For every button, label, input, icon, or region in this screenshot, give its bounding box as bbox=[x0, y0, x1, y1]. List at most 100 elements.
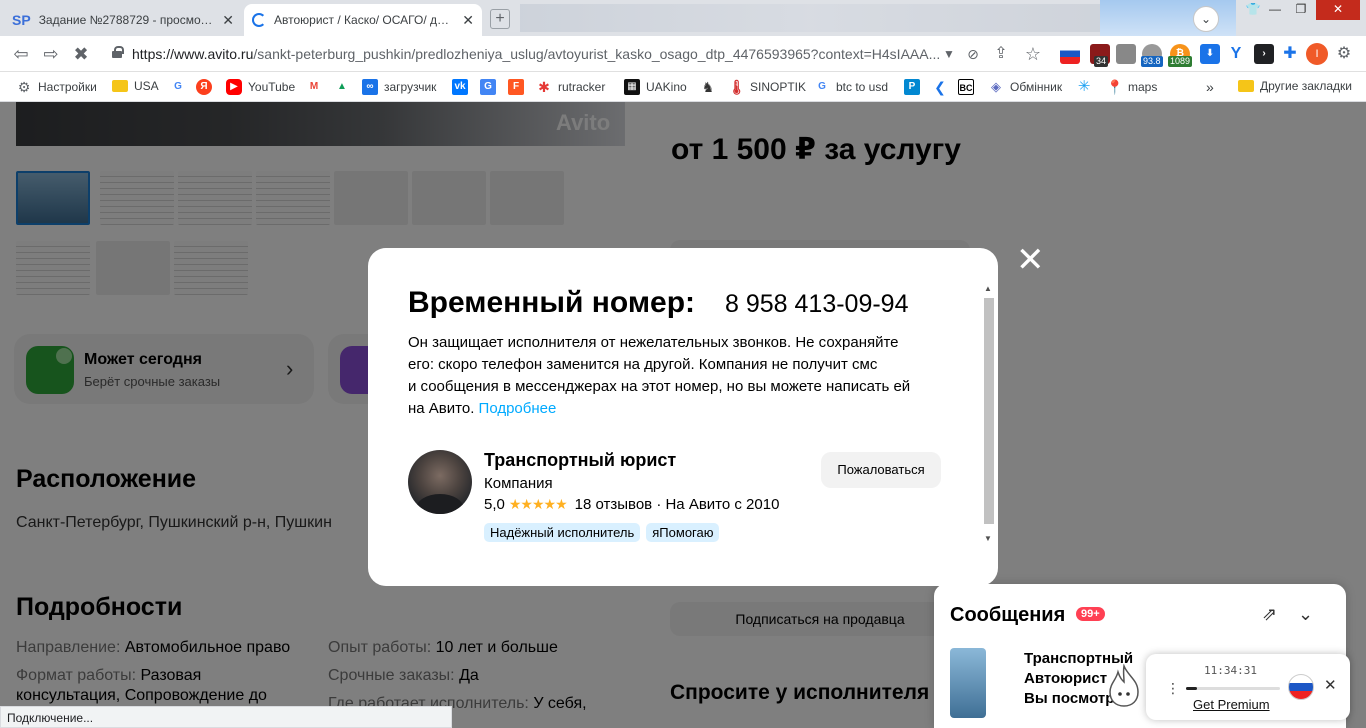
briefcase-extension-icon[interactable] bbox=[1116, 44, 1136, 64]
bookmark-settings[interactable]: ⚙ Настройки bbox=[16, 79, 97, 95]
bookmark-usa[interactable]: USA bbox=[112, 79, 159, 93]
rating-stars-icon: ★★★★★ bbox=[508, 496, 568, 512]
open-external-icon[interactable]: ⇗ bbox=[1262, 604, 1277, 625]
y-extension-icon[interactable]: Y bbox=[1226, 44, 1246, 64]
tab-title: Задание №2788729 - просмотр з bbox=[38, 13, 215, 27]
diamond-icon: ◈ bbox=[991, 79, 1001, 94]
chevron-down-icon[interactable]: ⌄ bbox=[1298, 604, 1313, 625]
stop-loading-icon[interactable]: ✖ bbox=[70, 43, 92, 65]
bookmark-rutracker[interactable]: ✱ rutracker bbox=[536, 79, 605, 95]
vk-icon: vk bbox=[452, 79, 468, 95]
bookmark-maps[interactable]: 📍 maps bbox=[1106, 79, 1157, 95]
close-modal-icon[interactable]: ✕ bbox=[1016, 243, 1045, 277]
translate-icon: G bbox=[480, 79, 496, 95]
download-extension-icon[interactable]: ⬇ bbox=[1200, 44, 1220, 64]
close-tab-icon[interactable]: ✕ bbox=[222, 12, 234, 29]
share-icon[interactable]: ⇪ bbox=[990, 43, 1012, 65]
russia-flag-extension-icon[interactable] bbox=[1060, 44, 1080, 64]
dropdown-arrow-icon[interactable]: ▼ bbox=[938, 43, 960, 65]
bookmark-uakino[interactable]: ▦ UAKino bbox=[624, 79, 687, 95]
get-premium-link[interactable]: Get Premium bbox=[1193, 697, 1270, 712]
close-widget-icon[interactable]: ✕ bbox=[1324, 676, 1337, 694]
tag-reliable[interactable]: Надёжный исполнитель bbox=[484, 523, 641, 542]
report-button[interactable]: Пожаловаться bbox=[821, 452, 941, 488]
url-field[interactable]: https://www.avito.ru/sankt-peterburg_pus… bbox=[132, 46, 942, 62]
new-tab-button[interactable]: + bbox=[490, 9, 510, 29]
bookmark-gmail[interactable]: M bbox=[306, 79, 328, 95]
background-tabs bbox=[520, 4, 1100, 32]
window-close-button[interactable]: ✕ bbox=[1316, 0, 1360, 20]
bookmark-youtube[interactable]: ▶ YouTube bbox=[226, 79, 295, 95]
page-content: Avito от 1 500 ₽ за услугу Может сегодня… bbox=[0, 102, 1366, 728]
youtube-icon: ▶ bbox=[226, 79, 242, 95]
bookmark-p[interactable]: P bbox=[904, 79, 926, 95]
uakino-icon: ▦ bbox=[624, 79, 640, 95]
arrow-icon: ❮ bbox=[934, 79, 946, 95]
scroll-up-icon[interactable]: ▲ bbox=[984, 284, 992, 293]
blocked-cookie-icon[interactable]: ⊘ bbox=[962, 43, 984, 65]
bookmark-arrow[interactable]: ❮ bbox=[932, 79, 954, 95]
close-tab-icon[interactable]: ✕ bbox=[462, 12, 474, 29]
flame-icon[interactable] bbox=[1106, 664, 1142, 708]
bookmark-bc[interactable]: BC bbox=[958, 79, 980, 95]
chat-subtitle: Автоюрист bbox=[1024, 670, 1108, 687]
bookmark-yandex[interactable]: Я bbox=[196, 79, 218, 95]
chat-avatar[interactable] bbox=[950, 648, 986, 718]
seller-tags: Надёжный исполнитель яПомогаю bbox=[484, 523, 720, 542]
bookmark-chess[interactable]: ♞ bbox=[700, 79, 722, 95]
profile-avatar[interactable]: I bbox=[1306, 43, 1328, 65]
bookmark-vk[interactable]: vk bbox=[452, 79, 474, 95]
other-bookmarks[interactable]: Другие закладки bbox=[1238, 79, 1352, 93]
bookmark-drive[interactable]: ▲ bbox=[334, 79, 356, 95]
puzzle-extensions-icon[interactable]: ✚ bbox=[1280, 44, 1300, 64]
tab-avtoyurist[interactable]: Автоюрист / Каско/ ОСАГО/ дтп в ✕ bbox=[244, 4, 482, 36]
back-icon[interactable]: ⇦ bbox=[10, 43, 32, 65]
bookmarks-overflow-button[interactable]: » bbox=[1206, 79, 1214, 95]
drive-icon: ▲ bbox=[337, 81, 347, 92]
seller-type: Компания bbox=[484, 475, 553, 492]
bookmark-asterisk[interactable]: ✳ bbox=[1076, 79, 1098, 95]
yandex-icon: Я bbox=[196, 79, 212, 95]
gear-icon: ⚙ bbox=[17, 79, 31, 95]
seller-avatar[interactable] bbox=[408, 450, 472, 514]
timer: 11:34:31 bbox=[1204, 664, 1257, 677]
bookmarks-bar: ⚙ Настройки USA G Я ▶ YouTube M ▲ ∞ загрузч… bbox=[0, 72, 1366, 102]
messages-title: Сообщения bbox=[950, 604, 1066, 626]
phone-number[interactable]: 8 958 413-09-94 bbox=[725, 290, 908, 319]
omnibox[interactable]: https://www.avito.ru/sankt-peterburg_pus… bbox=[100, 40, 960, 68]
infinity-icon: ∞ bbox=[362, 79, 378, 95]
forward-icon[interactable]: ⇨ bbox=[40, 43, 62, 65]
more-info-link[interactable]: Подробнее bbox=[479, 400, 557, 417]
russia-flag-icon[interactable] bbox=[1288, 674, 1314, 700]
messages-badge: 99+ bbox=[1076, 607, 1105, 621]
minimize-button[interactable]: — bbox=[1262, 0, 1288, 20]
bookmark-google[interactable]: G bbox=[170, 79, 192, 95]
scroll-down-icon[interactable]: ▼ bbox=[984, 534, 992, 543]
scroll-thumb[interactable] bbox=[984, 298, 994, 524]
terminal-extension-icon[interactable]: › bbox=[1254, 44, 1274, 64]
settings-gear-icon[interactable]: ⚙ bbox=[1334, 44, 1354, 64]
reviews-link[interactable]: 18 отзывов bbox=[575, 496, 653, 513]
progress-bar-fill bbox=[1186, 687, 1198, 690]
bookmark-translate[interactable]: G bbox=[480, 79, 502, 95]
folder-icon bbox=[1238, 80, 1254, 92]
sp-favicon-icon: SP bbox=[12, 12, 31, 28]
tab-zadanie[interactable]: SP Задание №2788729 - просмотр з ✕ bbox=[4, 4, 242, 36]
tab-search-button[interactable]: ⌄ bbox=[1193, 6, 1219, 32]
tag-yapomogayu[interactable]: яПомогаю bbox=[646, 523, 720, 542]
google-icon: G bbox=[818, 81, 826, 92]
modal-scrollbar[interactable]: ▲ ▼ bbox=[982, 284, 996, 546]
bookmark-f[interactable]: F bbox=[508, 79, 530, 95]
bookmark-obminnik[interactable]: ◈ Обмінник bbox=[988, 79, 1062, 95]
modal-description: Он защищает исполнителя от нежелательных… bbox=[408, 334, 911, 417]
modal-title: Временный номер: bbox=[408, 286, 696, 319]
chess-icon: ♞ bbox=[701, 79, 715, 95]
bookmark-sinoptik[interactable]: 🌡 SINOPTIK bbox=[728, 79, 806, 95]
bookmark-zagruzchik[interactable]: ∞ загрузчик bbox=[362, 79, 436, 95]
more-options-icon[interactable]: ⋮ bbox=[1166, 680, 1180, 697]
maximize-button[interactable]: ❐ bbox=[1288, 0, 1314, 20]
loading-spinner-icon bbox=[252, 13, 266, 27]
bookmark-btc-to-usd[interactable]: Gbtc to usd bbox=[814, 79, 888, 95]
seller-name[interactable]: Транспортный юрист bbox=[484, 450, 676, 471]
bookmark-star-icon[interactable]: ☆ bbox=[1022, 43, 1044, 65]
